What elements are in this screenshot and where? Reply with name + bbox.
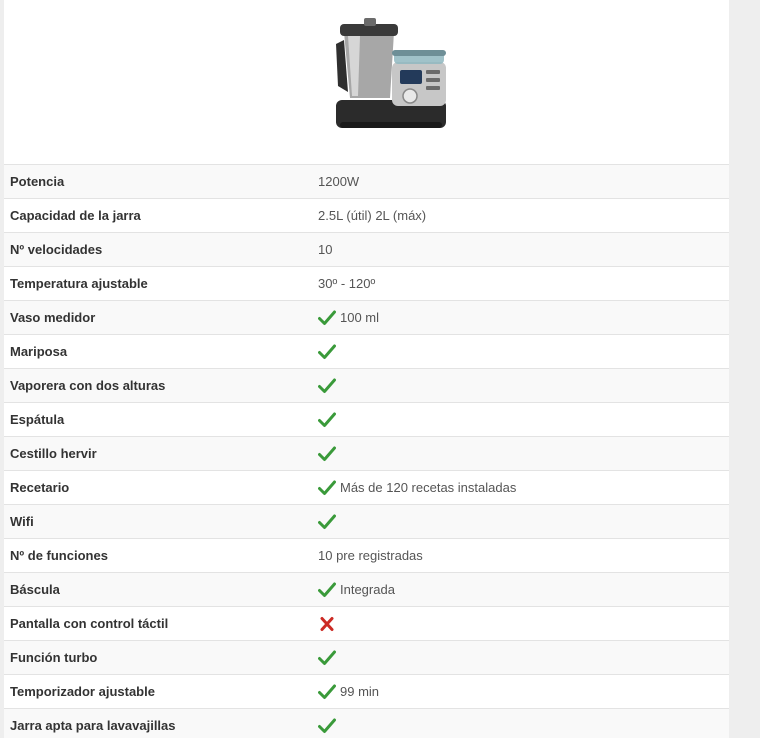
spec-value: 2.5L (útil) 2L (máx): [318, 208, 426, 223]
table-row: Función turbo: [4, 641, 729, 675]
spec-label: Mariposa: [10, 344, 68, 359]
check-icon: [318, 684, 336, 700]
table-row: Espátula: [4, 403, 729, 437]
spec-label: Wifi: [10, 514, 34, 529]
check-icon: [318, 310, 336, 326]
table-row: Jarra apta para lavavajillas: [4, 709, 729, 738]
table-row: Báscula Integrada: [4, 573, 729, 607]
spec-label: Recetario: [10, 480, 70, 495]
spec-label: Báscula: [10, 582, 60, 597]
table-row: Nº de funciones 10 pre registradas: [4, 539, 729, 573]
spec-value: [318, 378, 336, 394]
spec-label: Jarra apta para lavavajillas: [10, 718, 176, 733]
spec-label: Espátula: [10, 412, 65, 427]
spec-value: 99 min: [318, 684, 379, 700]
spec-value-text: 1200W: [318, 174, 360, 189]
spec-value-text: Más de 120 recetas instaladas: [340, 480, 517, 495]
table-row: Nº velocidades 10: [4, 233, 729, 267]
table-row: Vaso medidor 100 ml: [4, 301, 729, 335]
table-row: Wifi: [4, 505, 729, 539]
check-icon: [318, 514, 336, 530]
spec-value: [318, 650, 336, 666]
table-row: Mariposa: [4, 335, 729, 369]
spec-value: 10: [318, 242, 332, 257]
check-icon: [318, 718, 336, 734]
spec-value-text: 30º - 120º: [318, 276, 376, 291]
spec-panel: Potencia 1200W Capacidad de la jarra 2.5L (…: [4, 0, 729, 738]
spec-label: Temporizador ajustable: [10, 684, 155, 699]
spec-value: [318, 446, 336, 462]
spec-value: [318, 718, 336, 734]
spec-value: Integrada: [318, 582, 395, 598]
table-row: Potencia 1200W: [4, 165, 729, 199]
spec-value-text: 2.5L (útil) 2L (máx): [318, 208, 427, 223]
check-icon: [318, 446, 336, 462]
spec-value: 30º - 120º: [318, 276, 375, 291]
spec-label: Potencia: [10, 174, 65, 189]
spec-value-text: Integrada: [340, 582, 395, 597]
spec-label: Vaso medidor: [10, 310, 96, 325]
spec-value: [318, 616, 336, 632]
spec-value-text: 10: [318, 242, 333, 257]
spec-value: Más de 120 recetas instaladas: [318, 480, 516, 496]
table-row: Recetario Más de 120 recetas instaladas: [4, 471, 729, 505]
check-icon: [318, 650, 336, 666]
product-image: [336, 18, 446, 128]
product-image-area: [4, 0, 729, 165]
table-row: Capacidad de la jarra 2.5L (útil) 2L (máx…: [4, 199, 729, 233]
spec-value: 10 pre registradas: [318, 548, 423, 563]
cross-icon: [318, 616, 336, 632]
spec-label: Nº de funciones: [10, 548, 108, 563]
spec-value-text: 10 pre registradas: [318, 548, 423, 563]
table-row: Cestillo hervir: [4, 437, 729, 471]
spec-label: Función turbo: [10, 650, 98, 665]
spec-value: 1200W: [318, 174, 359, 189]
spec-value: [318, 344, 336, 360]
spec-value-text: 100 ml: [340, 310, 380, 325]
spec-value: [318, 412, 336, 428]
table-row: Pantalla con control táctil: [4, 607, 729, 641]
table-row: Temperatura ajustable 30º - 120º: [4, 267, 729, 301]
table-row: Vaporera con dos alturas: [4, 369, 729, 403]
check-icon: [318, 412, 336, 428]
spec-label: Pantalla con control táctil: [10, 616, 169, 631]
spec-value-text: 99 min: [340, 684, 380, 699]
spec-label: Nº velocidades: [10, 242, 103, 257]
spec-label: Temperatura ajustable: [10, 276, 148, 291]
spec-value: [318, 514, 336, 530]
spec-label: Vaporera con dos alturas: [10, 378, 166, 393]
check-icon: [318, 344, 336, 360]
spec-label: Capacidad de la jarra: [10, 208, 141, 223]
table-row: Temporizador ajustable 99 min: [4, 675, 729, 709]
spec-label: Cestillo hervir: [10, 446, 97, 461]
check-icon: [318, 378, 336, 394]
check-icon: [318, 480, 336, 496]
spec-value: 100 ml: [318, 310, 379, 326]
spec-table: Potencia 1200W Capacidad de la jarra 2.5L (…: [4, 165, 729, 738]
check-icon: [318, 582, 336, 598]
